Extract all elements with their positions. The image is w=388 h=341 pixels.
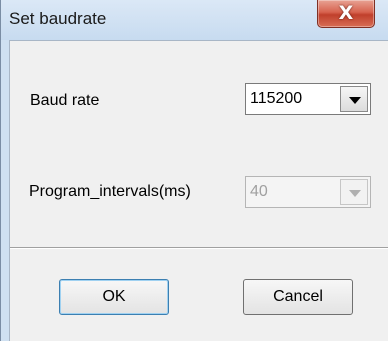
chevron-down-icon[interactable] [340,86,368,112]
close-button[interactable]: X [317,0,375,28]
chevron-down-icon [340,179,368,205]
baud-rate-label: Baud rate [30,92,100,109]
baud-rate-select[interactable]: 115200 [245,83,371,115]
separator-line [10,247,388,249]
cancel-button[interactable]: Cancel [243,279,353,315]
program-intervals-label: Program_intervals(ms) [29,183,191,200]
window-title: Set baudrate [9,9,107,28]
dialog-client-area: Baud rate 115200 Program_intervals(ms) 4… [9,40,388,341]
baud-rate-value: 115200 [250,90,303,107]
program-intervals-select: 40 [245,176,371,208]
program-intervals-value: 40 [250,183,268,200]
title-bar[interactable]: Set baudrate X [1,0,388,40]
dialog-window: Set baudrate X Baud rate 115200 Program_… [0,0,388,341]
ok-button[interactable]: OK [59,279,169,315]
close-icon: X [338,2,354,24]
